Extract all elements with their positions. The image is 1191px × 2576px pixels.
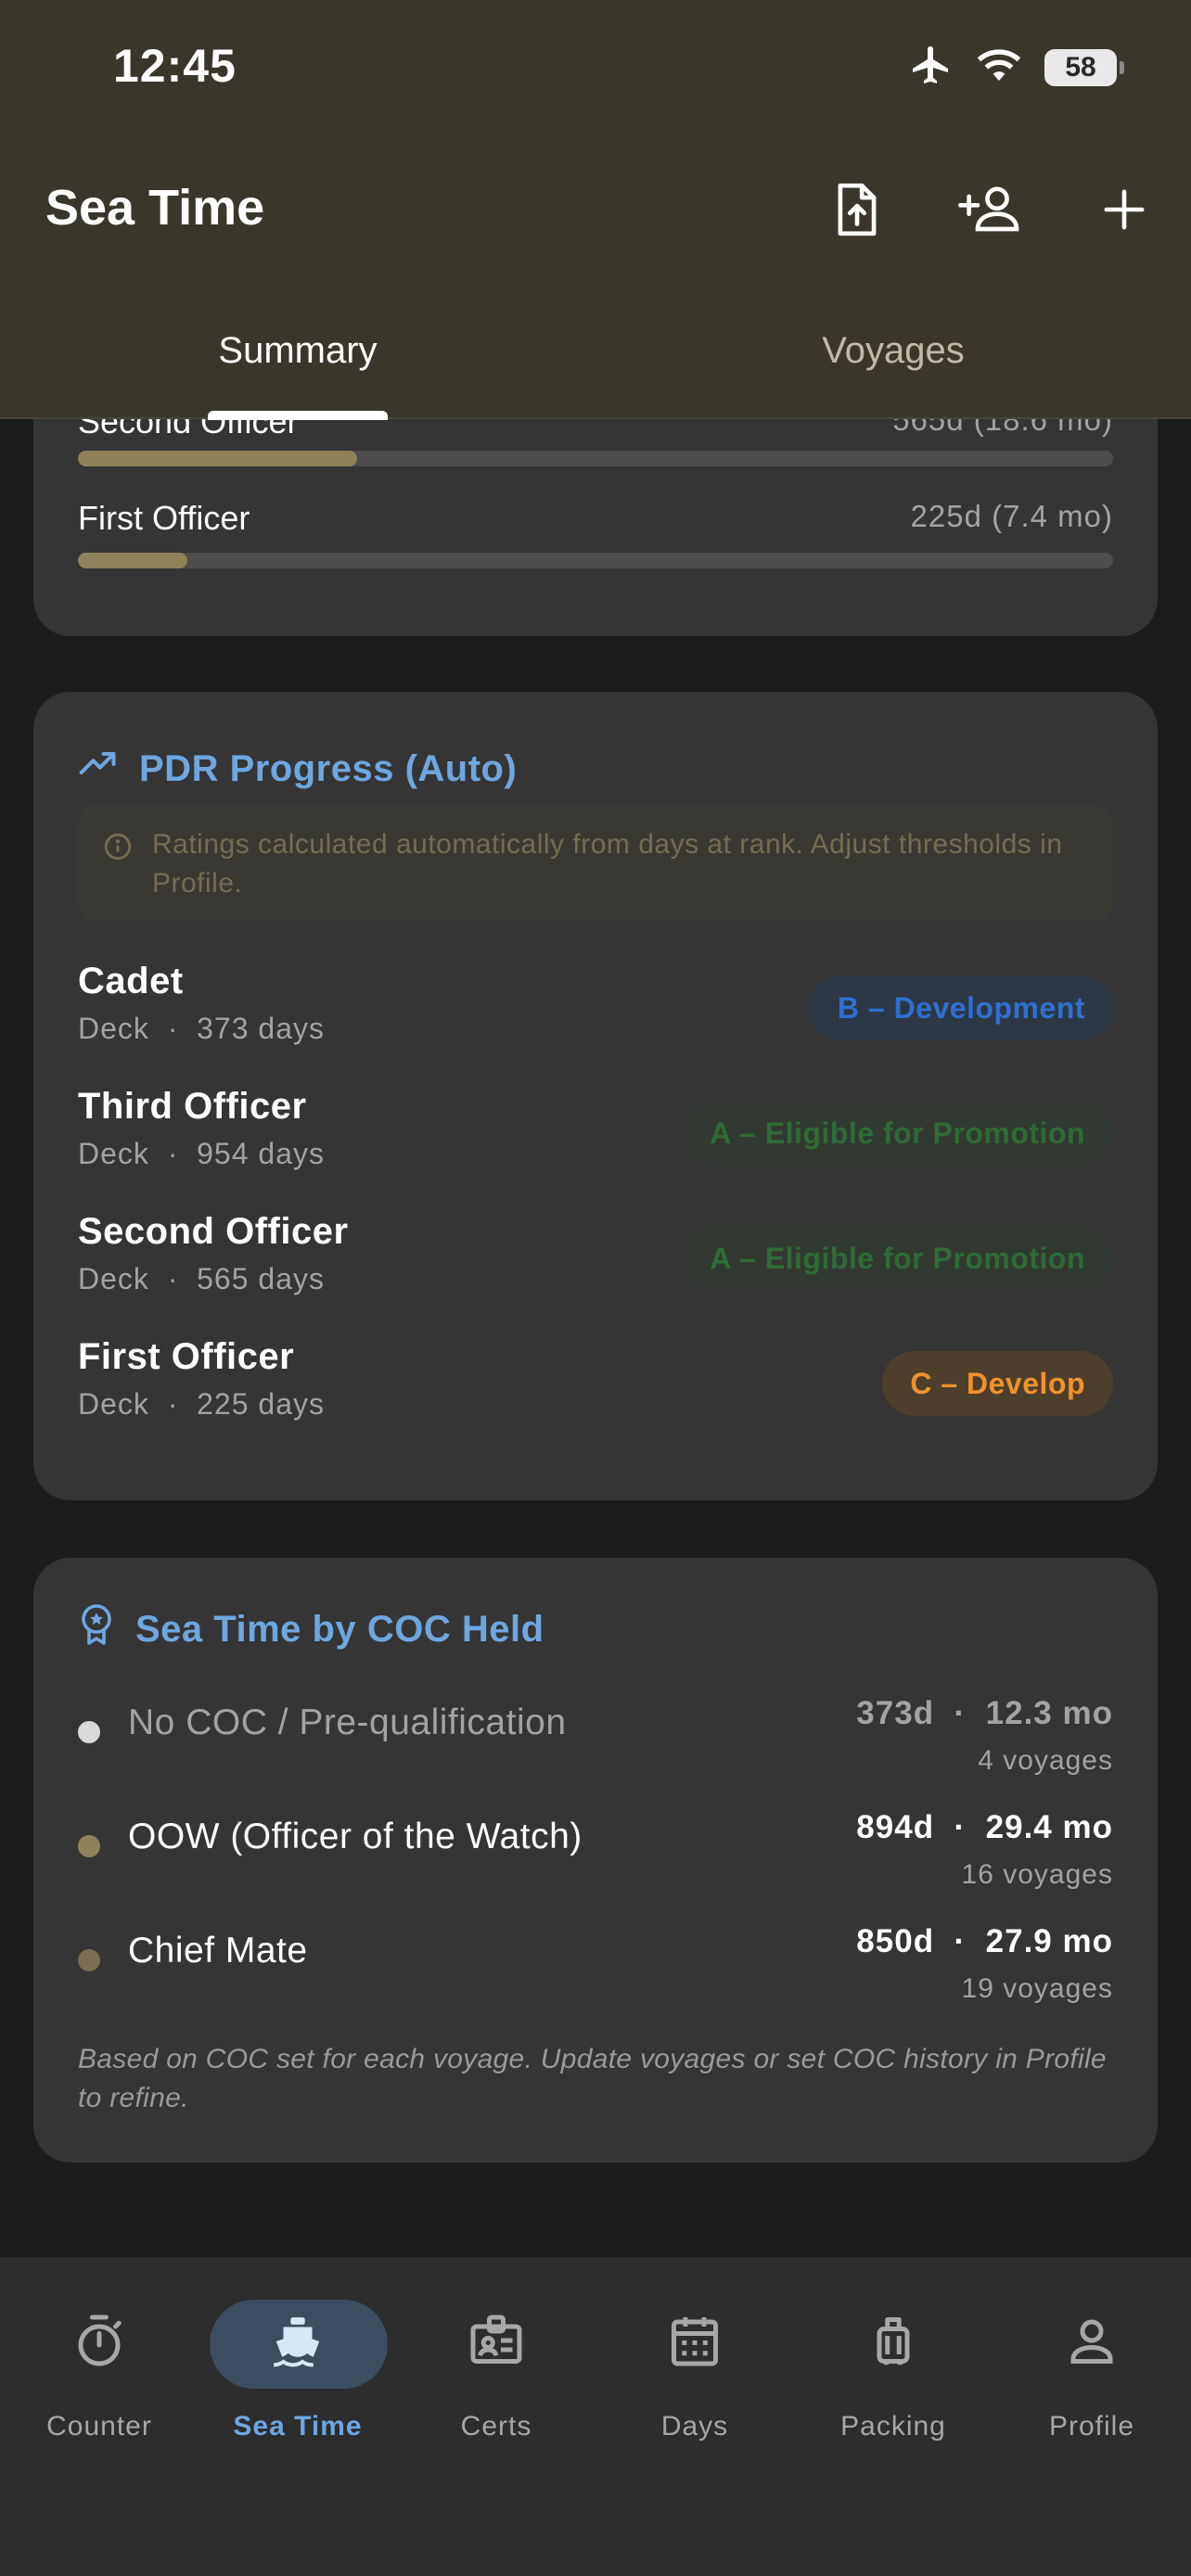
nav-sea-time[interactable]: Sea Time bbox=[198, 2257, 397, 2461]
ship-icon bbox=[269, 2313, 327, 2375]
trending-up-icon bbox=[78, 744, 119, 794]
pdr-days: 373 days bbox=[197, 1012, 325, 1045]
pdr-info-box: Ratings calculated automatically from da… bbox=[78, 805, 1113, 922]
pdr-rating-badge: A – Eligible for Promotion bbox=[682, 1226, 1113, 1291]
nav-label: Counter bbox=[46, 2411, 152, 2442]
wifi-icon bbox=[976, 46, 1022, 88]
coc-label: Chief Mate bbox=[128, 1931, 308, 1970]
pdr-rating-badge: C – Develop bbox=[882, 1351, 1113, 1416]
pdr-progress-card: PDR Progress (Auto) Ratings calculated a… bbox=[33, 692, 1158, 1500]
pdr-info-text: Ratings calculated automatically from da… bbox=[152, 829, 1063, 899]
coc-title: Sea Time by COC Held bbox=[135, 1608, 544, 1650]
luggage-icon bbox=[865, 2313, 921, 2373]
pdr-row[interactable]: Second Officer Deck · 565 days A – Eligi… bbox=[78, 1211, 1113, 1304]
file-upload-icon bbox=[838, 183, 877, 236]
rank-progress-bar bbox=[78, 553, 1113, 568]
tab-bar: Summary Voyages bbox=[0, 315, 1191, 419]
page-title: Sea Time bbox=[45, 180, 265, 236]
pdr-row[interactable]: Third Officer Deck · 954 days A – Eligib… bbox=[78, 1086, 1113, 1179]
pdr-heading: PDR Progress (Auto) bbox=[78, 744, 517, 794]
coc-months: 27.9 mo bbox=[985, 1923, 1113, 1959]
rank-progress-bar bbox=[78, 451, 1113, 466]
pdr-title: PDR Progress (Auto) bbox=[139, 747, 518, 789]
coc-row: Chief Mate 850d · 27.9 mo 19 voyages bbox=[78, 1923, 1113, 2016]
stopwatch-icon bbox=[71, 2313, 127, 2373]
bottom-navigation: Counter Sea Time Certs Days Packing Prof… bbox=[0, 2257, 1191, 2576]
nav-label: Profile bbox=[1048, 2411, 1135, 2442]
coc-months: 29.4 mo bbox=[985, 1809, 1113, 1845]
app-bar-actions bbox=[790, 172, 1191, 247]
person-icon bbox=[1064, 2313, 1120, 2373]
pdr-days: 225 days bbox=[197, 1387, 325, 1421]
active-tab-indicator bbox=[208, 411, 388, 420]
coc-dot bbox=[78, 1949, 100, 1971]
coc-footnote: Based on COC set for each voyage. Update… bbox=[78, 2044, 1107, 2113]
nav-label: Days bbox=[660, 2411, 729, 2442]
coc-duration: 894d · 29.4 mo bbox=[856, 1809, 1113, 1845]
pdr-row[interactable]: First Officer Deck · 225 days C – Develo… bbox=[78, 1336, 1113, 1429]
rank-progress-fill bbox=[78, 451, 358, 466]
pdr-rating-badge: A – Eligible for Promotion bbox=[682, 1101, 1113, 1166]
coc-months: 12.3 mo bbox=[985, 1695, 1113, 1731]
award-ribbon-icon bbox=[78, 1602, 115, 1656]
pdr-rating-badge: B – Development bbox=[809, 976, 1113, 1040]
coc-days: 894d bbox=[856, 1809, 935, 1845]
add-button[interactable] bbox=[1057, 172, 1191, 247]
status-time: 12:45 bbox=[113, 40, 237, 92]
coc-label: No COC / Pre-qualification bbox=[128, 1702, 567, 1742]
pdr-dept: Deck bbox=[78, 1012, 149, 1045]
pdr-row[interactable]: Cadet Deck · 373 days B – Development bbox=[78, 961, 1113, 1053]
coc-dot bbox=[78, 1721, 100, 1743]
coc-voyages: 19 voyages bbox=[961, 1973, 1113, 2004]
export-file-button[interactable] bbox=[790, 172, 924, 247]
nav-counter[interactable]: Counter bbox=[0, 2257, 198, 2461]
coc-voyages: 4 voyages bbox=[978, 1745, 1113, 1776]
calendar-icon bbox=[667, 2313, 723, 2373]
nav-days[interactable]: Days bbox=[596, 2257, 794, 2461]
nav-profile[interactable]: Profile bbox=[992, 2257, 1191, 2461]
coc-sea-time-card: Sea Time by COC Held No COC / Pre-qualif… bbox=[33, 1558, 1158, 2162]
coc-row: OOW (Officer of the Watch) 894d · 29.4 m… bbox=[78, 1809, 1113, 1902]
tab-summary[interactable]: Summary bbox=[0, 315, 596, 419]
tab-voyages[interactable]: Voyages bbox=[596, 315, 1191, 419]
nav-label: Sea Time bbox=[233, 2411, 363, 2442]
airplane-icon bbox=[909, 43, 954, 92]
plus-icon bbox=[1104, 189, 1145, 230]
pdr-days: 954 days bbox=[197, 1137, 325, 1170]
coc-days: 373d bbox=[856, 1695, 935, 1731]
coc-duration: 373d · 12.3 mo bbox=[856, 1695, 1113, 1731]
coc-row: No COC / Pre-qualification 373d · 12.3 m… bbox=[78, 1695, 1113, 1788]
person-add-icon bbox=[958, 186, 1019, 232]
coc-duration: 850d · 27.9 mo bbox=[856, 1923, 1113, 1959]
coc-label: OOW (Officer of the Watch) bbox=[128, 1817, 583, 1856]
rank-progress-fill bbox=[78, 553, 188, 568]
nav-label: Packing bbox=[840, 2411, 946, 2442]
info-icon bbox=[102, 831, 134, 867]
pdr-days: 565 days bbox=[197, 1262, 325, 1295]
pdr-dept: Deck bbox=[78, 1137, 149, 1170]
pdr-dept: Deck bbox=[78, 1262, 149, 1295]
battery-indicator: 58 bbox=[1044, 48, 1124, 86]
coc-days: 850d bbox=[856, 1923, 935, 1959]
add-person-button[interactable] bbox=[924, 172, 1057, 247]
coc-dot bbox=[78, 1835, 100, 1857]
rank-row: First Officer 225d (7.4 mo) bbox=[78, 499, 1113, 568]
id-badge-icon bbox=[468, 2313, 524, 2373]
nav-certs[interactable]: Certs bbox=[397, 2257, 596, 2461]
coc-voyages: 16 voyages bbox=[961, 1859, 1113, 1890]
nav-label: Certs bbox=[460, 2411, 532, 2442]
nav-packing[interactable]: Packing bbox=[794, 2257, 992, 2461]
pdr-dept: Deck bbox=[78, 1387, 149, 1421]
status-icons: 58 bbox=[909, 43, 1124, 92]
coc-heading: Sea Time by COC Held bbox=[78, 1602, 544, 1656]
rank-value: 225d (7.4 mo) bbox=[910, 499, 1113, 533]
app-bar: 12:45 58 Sea Time Summary Voyages bbox=[0, 0, 1191, 419]
